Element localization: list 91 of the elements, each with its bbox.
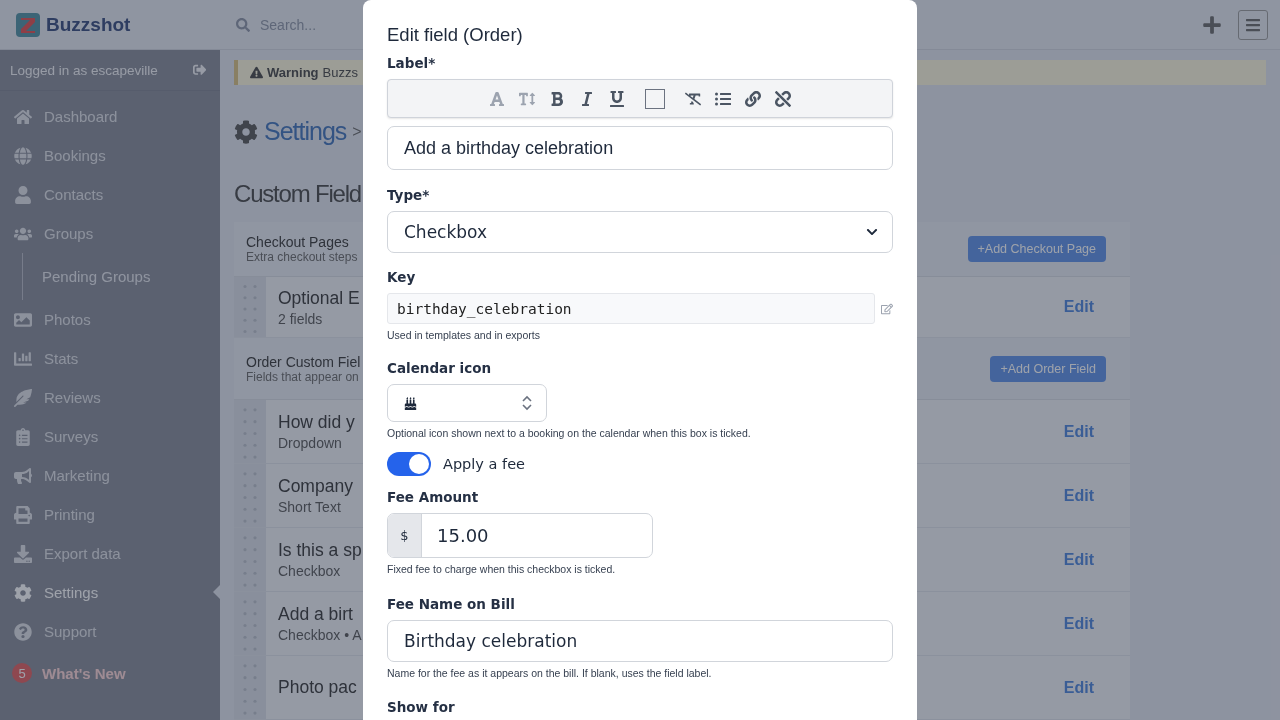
text-size-icon[interactable] [519,90,535,107]
link-icon[interactable] [745,90,761,107]
breadcrumb-link[interactable]: Settings [264,117,347,146]
field-type: Checkbox • A [278,627,362,643]
fee-name-input[interactable]: Birthday celebration [387,620,893,662]
fee-toggle[interactable] [387,452,431,476]
field-title: Optional E [278,287,360,309]
menu-icon [1245,16,1261,33]
help-text: Optional icon shown next to a booking on the calendar when this box is ticked. [387,427,752,439]
unlink-icon[interactable] [775,90,791,107]
warning-title: Warning [267,65,319,80]
field-label: Key [387,269,417,285]
section-subtitle: Fields that appear on [246,369,360,384]
gear-icon [234,119,258,144]
logo-icon [16,12,40,37]
edit-icon[interactable] [881,302,893,315]
toggle-label: Apply a fee [443,456,525,472]
breadcrumb-separator: > [352,122,362,141]
field-label: Calendar icon [387,360,493,376]
underline-icon[interactable] [609,90,625,107]
field-label: Show for [387,699,456,715]
help-text: Name for the fee as it appears on the bill. If blank, uses the field label. [387,667,713,679]
sidebar-item[interactable]: Settings [0,573,220,612]
plus-icon [1202,14,1222,35]
drag-handle[interactable] [234,400,266,463]
field-title: Is this a sp [278,540,362,561]
section-subtitle: Extra checkout steps [246,250,358,264]
brand-name: Buzzshot [46,13,131,36]
edit-link[interactable]: Edit [1063,550,1094,569]
warning-icon [250,66,263,79]
field-title: Photo pac [278,677,357,698]
field-type: 2 fields [278,310,323,327]
nav-icon [14,466,32,485]
field-type: Dropdown [278,435,342,451]
nav-icon [14,388,32,407]
edit-link[interactable]: Edit [1063,422,1094,441]
dialog-title: Edit field (Order) [387,24,524,46]
updown-icon [522,395,532,411]
selection-pointer [213,585,220,599]
field-title: How did y [278,412,355,433]
nav-icon [14,583,32,602]
nav-icon [14,622,32,641]
field-label: Label* [387,55,437,71]
field-title: Company [278,476,353,497]
add-button[interactable]: +Add Checkout Page [967,236,1106,262]
edit-link[interactable]: Edit [1063,486,1094,505]
list-icon[interactable] [715,90,731,107]
field-label: Fee Name on Bill [387,596,516,612]
section-title: Order Custom Fiel [246,353,361,370]
nav-icon [14,146,32,165]
key-input[interactable]: birthday_celebration [387,293,875,324]
field-title: Add a birt [278,604,353,625]
drag-handle[interactable] [234,656,266,719]
cake-icon [404,396,417,410]
nav-icon [14,185,32,204]
search-icon [236,17,250,32]
edit-link[interactable]: Edit [1063,614,1094,633]
whats-new-link[interactable]: What's New [42,664,126,682]
logout-icon[interactable] [192,63,206,77]
nav-icon [14,544,32,563]
nav-icon [14,349,32,368]
field-type: Short Text [278,499,341,515]
edit-link[interactable]: Edit [1063,678,1094,697]
nav-icon [14,107,32,126]
field-label: Type* [387,187,431,203]
warning-text: Buzzs [322,65,358,80]
color-swatch[interactable] [645,88,665,109]
help-text: Fixed fee to charge when this checkbox is ticked. [387,563,617,575]
nav-icon [14,310,32,329]
clear-format-icon[interactable] [685,90,701,107]
font-icon[interactable] [489,90,505,107]
field-type: Checkbox [278,563,341,579]
menu-button[interactable] [1238,9,1268,40]
page-heading: Custom Field [234,180,361,208]
logged-in-user: Logged in as escapeville [10,62,158,78]
chevron-icon [866,226,878,238]
drag-handle[interactable] [234,277,266,337]
nav-icon [14,427,32,446]
bold-icon[interactable] [549,90,565,107]
label-input[interactable]: Add a birthday celebration [387,126,893,170]
help-text: Used in templates and in exports [387,329,541,341]
edit-link[interactable]: Edit [1063,298,1094,316]
type-select[interactable]: Checkbox [387,211,893,253]
italic-icon[interactable] [579,90,595,107]
icon-select[interactable] [387,384,547,422]
field-label: Fee Amount [387,489,480,505]
fee-amount-input[interactable]: $ 15.00 [387,513,653,558]
nav-icon [14,505,32,524]
add-button[interactable]: +Add Order Field [990,355,1106,382]
section-title: Checkout Pages [246,234,350,250]
count-badge: 5 [12,663,32,683]
